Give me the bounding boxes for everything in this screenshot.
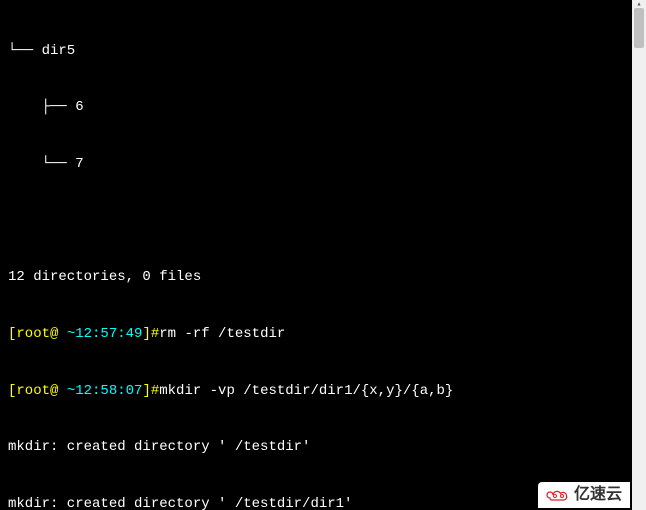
scrollbar[interactable]: ▴ — [632, 0, 646, 510]
summary-line: 12 directories, 0 files — [8, 268, 638, 287]
command-text: mkdir -vp /testdir/dir1/{x,y}/{a,b} — [159, 383, 453, 399]
tree-line: ├── 6 — [8, 98, 638, 117]
cloud-icon — [546, 487, 570, 503]
command-text: rm -rf /testdir — [159, 326, 285, 342]
output-line: mkdir: created directory ' /testdir' — [8, 438, 638, 457]
prompt-user: [root@ — [8, 383, 67, 399]
scroll-thumb[interactable] — [634, 8, 644, 48]
prompt-time: ~12:57:49 — [67, 326, 143, 342]
watermark: 亿速云 — [538, 482, 630, 508]
prompt-line: [root@ ~12:58:07]#mkdir -vp /testdir/dir… — [8, 382, 638, 401]
blank-line — [8, 212, 638, 231]
prompt-line: [root@ ~12:57:49]#rm -rf /testdir — [8, 325, 638, 344]
prompt-time: ~12:58:07 — [67, 383, 143, 399]
prompt-close: ]# — [142, 326, 159, 342]
tree-line: └── dir5 — [8, 42, 638, 61]
terminal-output[interactable]: └── dir5 ├── 6 └── 7 12 directories, 0 f… — [0, 0, 646, 510]
watermark-text: 亿速云 — [574, 484, 622, 506]
prompt-user: [root@ — [8, 326, 67, 342]
prompt-close: ]# — [142, 383, 159, 399]
tree-line: └── 7 — [8, 155, 638, 174]
